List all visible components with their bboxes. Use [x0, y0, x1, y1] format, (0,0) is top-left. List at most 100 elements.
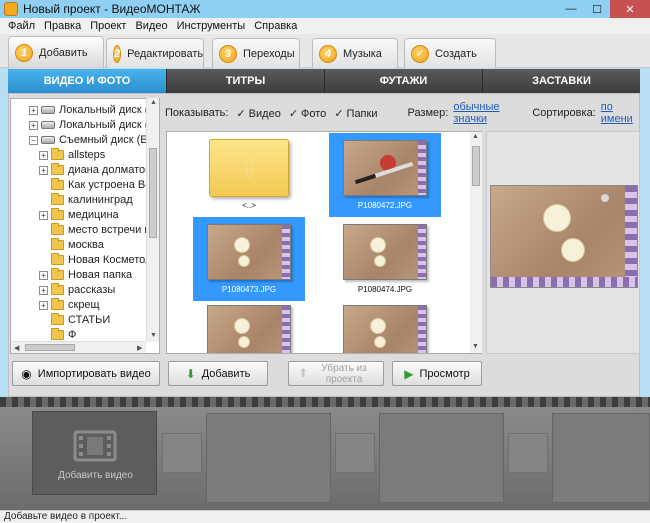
drive-icon	[41, 121, 55, 129]
tree-item[interactable]: Как устроена Все	[39, 178, 157, 192]
size-link[interactable]: обычные значки	[453, 101, 522, 125]
scroll-down-icon[interactable]: ▼	[472, 343, 479, 350]
tree-item-label: allsteps	[68, 149, 106, 161]
tree-item-label: Как устроена Все	[68, 179, 157, 191]
close-button[interactable]: ✕	[610, 0, 650, 18]
file-tile[interactable]	[329, 298, 441, 353]
tree-horizontal-scrollbar[interactable]: ◀ ▶	[11, 341, 146, 353]
clip-slot[interactable]	[379, 413, 504, 503]
tree-item[interactable]: москва	[39, 238, 104, 252]
menu-bar: Файл Правка Проект Видео Инструменты Спр…	[0, 18, 650, 34]
category-titles[interactable]: ТИТРЫ	[167, 69, 325, 93]
expand-icon[interactable]: +	[39, 300, 48, 310]
transition-slot[interactable]	[335, 433, 375, 473]
menu-edit[interactable]: Правка	[40, 18, 86, 34]
tree-item-label: СТАТЬИ	[68, 314, 111, 326]
tree-item[interactable]: + Локальный диск (D	[29, 118, 156, 132]
tree-item-label: место встречи из	[68, 224, 156, 236]
menu-tools[interactable]: Инструменты	[173, 18, 251, 34]
preview-label: Просмотр	[419, 367, 470, 380]
clip-slot[interactable]	[552, 413, 650, 503]
tree-item[interactable]: Новая Косметолс	[39, 253, 157, 267]
tree-item[interactable]: + диана долматова	[39, 163, 157, 177]
tree-item[interactable]: СТАТЬИ	[39, 313, 110, 327]
scroll-up-icon[interactable]: ▲	[150, 99, 157, 106]
camera-icon: ◉	[21, 366, 32, 381]
maximize-button[interactable]: ☐	[584, 0, 610, 18]
minimize-button[interactable]: —	[558, 0, 584, 18]
photo-checkbox[interactable]: ✓ Фото	[289, 107, 327, 120]
tab-transitions[interactable]: 3 Переходы	[212, 38, 300, 68]
tree-item-label: Съемный диск (E:)	[59, 134, 155, 146]
category-video-photo[interactable]: ВИДЕО И ФОТО	[8, 69, 167, 93]
file-tile-up[interactable]: ⇧ <..>	[193, 133, 305, 217]
tab-create[interactable]: ✓ Создать	[404, 38, 496, 68]
scroll-down-icon[interactable]: ▼	[150, 332, 157, 339]
check-icon: ✓	[334, 107, 344, 120]
photo-thumbnail	[343, 305, 427, 353]
file-grid-scrollbar[interactable]: ▲ ▼	[470, 132, 482, 353]
category-footage[interactable]: ФУТАЖИ	[325, 69, 483, 93]
expand-icon[interactable]: +	[29, 105, 38, 115]
tree-item[interactable]: калининград	[39, 193, 133, 207]
scroll-thumb[interactable]	[25, 344, 75, 351]
tree-item[interactable]: место встречи из	[39, 223, 156, 237]
tab-edit[interactable]: 2 Редактировать	[106, 38, 204, 68]
file-tile[interactable]	[193, 298, 305, 353]
tree-item[interactable]: Ф	[39, 328, 76, 342]
folder-icon	[51, 178, 64, 190]
tree-item-label: диана долматова	[68, 164, 157, 176]
video-checkbox[interactable]: ✓ Видео	[236, 107, 280, 120]
menu-project[interactable]: Проект	[86, 18, 131, 34]
tab-music[interactable]: 4 Музыка	[312, 38, 398, 68]
tree-item[interactable]: + рассказы	[39, 283, 115, 297]
menu-file[interactable]: Файл	[4, 18, 40, 34]
sort-link[interactable]: по имени	[601, 101, 640, 125]
tree-vertical-scrollbar[interactable]: ▲ ▼	[146, 98, 159, 342]
add-video-slot[interactable]: Добавить видео	[32, 411, 157, 495]
file-grid[interactable]: ⇧ <..> P1080472.JPG P1080473.JPG P108047…	[166, 131, 482, 354]
tree-item[interactable]: + скрещ	[39, 298, 100, 312]
expand-icon[interactable]: +	[39, 285, 48, 295]
file-tile[interactable]: P1080474.JPG	[329, 217, 441, 301]
tree-item[interactable]: − Съемный диск (E:)	[29, 133, 154, 147]
collapse-icon[interactable]: −	[29, 135, 38, 145]
expand-icon[interactable]: +	[39, 165, 48, 175]
folders-checkbox[interactable]: ✓ Папки	[334, 107, 377, 120]
size-label: Размер:	[407, 107, 449, 119]
file-tile[interactable]: P1080472.JPG	[329, 133, 441, 217]
expand-icon[interactable]: +	[39, 210, 48, 220]
transition-slot[interactable]	[162, 433, 202, 473]
menu-video[interactable]: Видео	[131, 18, 172, 34]
window-controls: — ☐ ✕	[558, 0, 650, 18]
scroll-up-icon[interactable]: ▲	[472, 133, 479, 140]
folder-tree[interactable]: + Локальный диск (C + Локальный диск (D …	[10, 98, 160, 354]
add-button[interactable]: ⬇ Добавить	[168, 361, 268, 386]
remove-from-project-button[interactable]: ⬆ Убрать из проекта	[288, 361, 384, 386]
import-video-label: Импортировать видео	[37, 367, 151, 380]
import-video-button[interactable]: ◉ Импортировать видео	[12, 361, 160, 386]
tab-add[interactable]: 1 Добавить	[8, 36, 104, 69]
category-intros[interactable]: ЗАСТАВКИ	[483, 69, 640, 93]
expand-icon[interactable]: +	[29, 120, 38, 130]
scroll-right-icon[interactable]: ▶	[137, 344, 142, 352]
transition-slot[interactable]	[508, 433, 548, 473]
scroll-thumb[interactable]	[149, 148, 157, 238]
expand-icon[interactable]: +	[39, 150, 48, 160]
file-name: P1080472.JPG	[357, 201, 413, 210]
scroll-thumb[interactable]	[472, 146, 480, 186]
file-name: P1080474.JPG	[357, 285, 413, 294]
tree-item[interactable]: + Локальный диск (C	[29, 103, 156, 117]
step-number-icon: 2	[113, 44, 122, 63]
window-title: Новый проект - ВидеоМОНТАЖ	[23, 2, 201, 16]
tree-item[interactable]: + Новая папка	[39, 268, 132, 282]
expand-icon[interactable]: +	[39, 270, 48, 280]
tree-item[interactable]: + медицина	[39, 208, 119, 222]
tree-item-label: медицина	[68, 209, 119, 221]
clip-slot[interactable]	[206, 413, 331, 503]
file-tile[interactable]: P1080473.JPG	[193, 217, 305, 301]
tree-item[interactable]: + allsteps	[39, 148, 105, 162]
menu-help[interactable]: Справка	[250, 18, 302, 34]
scroll-left-icon[interactable]: ◀	[14, 344, 19, 352]
preview-button[interactable]: ▶ Просмотр	[392, 361, 482, 386]
